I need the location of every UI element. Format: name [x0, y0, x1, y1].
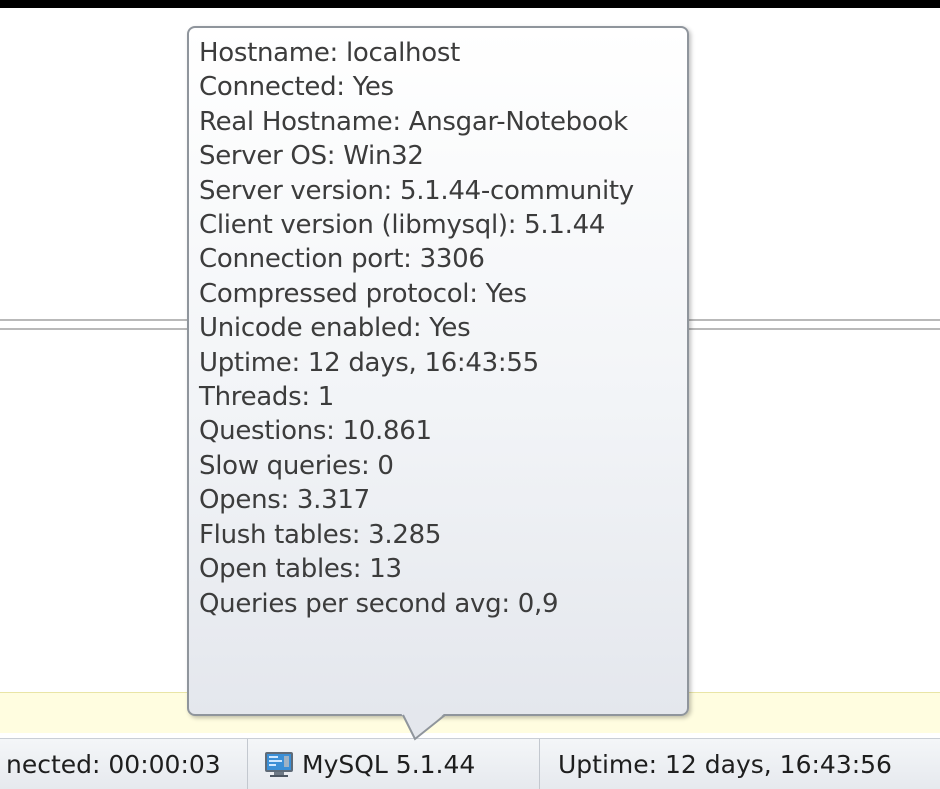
server-info-tooltip: Hostname: localhost Connected: Yes Real … [187, 26, 689, 716]
tooltip-line-hostname: Hostname: localhost [199, 38, 460, 68]
status-server-panel[interactable]: MySQL 5.1.44 [248, 739, 540, 789]
uptime-text: Uptime: 12 days, 16:43:56 [558, 749, 892, 779]
tooltip-line-client-version: Client version (libmysql): 5.1.44 [199, 210, 606, 241]
tooltip-line-flush-tables: Flush tables: 3.285 [199, 519, 442, 550]
tooltip-line-connected: Connected: Yes [199, 72, 394, 103]
tooltip-line-uptime: Uptime: 12 days, 16:43:55 [199, 347, 539, 378]
app-window: nected: 00:00:03 MySQL 5.1.44 Uptime: 12… [0, 0, 940, 789]
tooltip-pointer [401, 713, 445, 741]
tooltip-line-server-version: Server version: 5.1.44-community [199, 175, 634, 206]
tooltip-line-queries-per-second: Queries per second avg: 0,9 [199, 588, 559, 619]
tooltip-line-unicode-enabled: Unicode enabled: Yes [199, 313, 471, 344]
window-top-edge [0, 0, 940, 8]
server-icon [265, 752, 293, 777]
connected-time-text: nected: 00:00:03 [6, 749, 221, 779]
status-connected-panel: nected: 00:00:03 [0, 739, 248, 789]
tooltip-line-real-hostname: Real Hostname: Ansgar-Notebook [199, 106, 628, 137]
tooltip-line-compressed-protocol: Compressed protocol: Yes [199, 278, 527, 309]
server-version-text: MySQL 5.1.44 [302, 749, 476, 779]
tooltip-line-threads: Threads: 1 [199, 382, 335, 413]
tooltip-line-questions: Questions: 10.861 [199, 416, 432, 447]
status-bar: nected: 00:00:03 MySQL 5.1.44 Uptime: 12… [0, 738, 940, 789]
tooltip-line-server-os: Server OS: Win32 [199, 141, 424, 172]
tooltip-line-connection-port: Connection port: 3306 [199, 244, 485, 275]
status-uptime-panel: Uptime: 12 days, 16:43:56 [540, 739, 892, 789]
tooltip-line-opens: Opens: 3.317 [199, 485, 370, 516]
tooltip-line-slow-queries: Slow queries: 0 [199, 450, 394, 481]
tooltip-line-open-tables: Open tables: 13 [199, 554, 402, 585]
